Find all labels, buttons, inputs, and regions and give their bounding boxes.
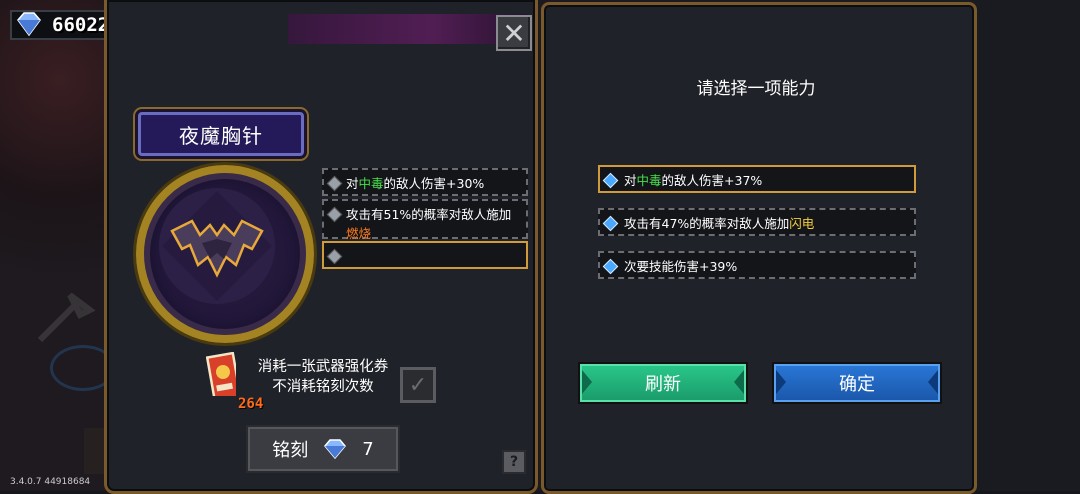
question-icon: ? (509, 454, 519, 470)
bat-brooch-icon (159, 188, 275, 304)
slot-2-text: 攻击有51%的概率对敌人施加燃烧 (346, 207, 512, 241)
arrow-left-icon (928, 370, 938, 394)
choose-ability-prompt: 请选择一项能力 (696, 79, 816, 99)
refresh-button[interactable]: 刷新 (578, 362, 748, 404)
gem-counter: 66022 (10, 8, 118, 42)
gem-bullet-icon (326, 206, 343, 223)
option-1-text: 对中毒的敌人伤害+37% (624, 172, 763, 188)
gem-bullet-icon (602, 172, 619, 189)
close-button[interactable]: ✕ (496, 15, 532, 51)
checkmark-icon: ✓ (408, 372, 428, 398)
cost-line-1: 消耗一张武器强化券 (257, 359, 389, 375)
ability-option-3[interactable]: 次要技能伤害+39% (598, 251, 916, 279)
panel-header-strip (288, 14, 528, 44)
refresh-label: 刷新 (645, 374, 681, 395)
arrow-right-icon (776, 370, 786, 394)
ticket-cost-count: 264 (238, 396, 264, 412)
background-axe-icon (37, 292, 96, 343)
cost-line-2: 不消耗铭刻次数 (272, 379, 374, 395)
slot-1-text: 对中毒的敌人伤害+30% (346, 176, 485, 191)
help-button[interactable]: ? (502, 450, 526, 474)
inscription-slot-1: 对中毒的敌人伤害+30% (322, 168, 528, 196)
close-icon: ✕ (502, 16, 526, 50)
engrave-cost: 7 (362, 438, 374, 460)
version-label: 3.4.0.7 44918684 (10, 477, 91, 487)
option-2-text: 攻击有47%的概率对敌人施加闪电 (624, 215, 815, 231)
use-ticket-checkbox[interactable]: ✓ (400, 367, 436, 403)
item-name-plate: 夜魔胸针 (138, 112, 304, 156)
arrow-left-icon (734, 370, 744, 394)
option-3-text: 次要技能伤害+39% (624, 258, 738, 274)
gem-bullet-icon (326, 175, 343, 192)
confirm-button[interactable]: 确定 (772, 362, 942, 404)
item-medallion (136, 165, 314, 343)
gem-icon (17, 12, 41, 37)
gem-bullet-icon (602, 215, 619, 232)
engrave-button[interactable]: 铭刻 7 (246, 425, 400, 473)
ability-option-2[interactable]: 攻击有47%的概率对敌人施加闪电 (598, 208, 916, 236)
upgrade-ticket-icon (206, 352, 236, 396)
gem-bullet-icon (602, 258, 619, 275)
ability-option-1[interactable]: 对中毒的敌人伤害+37% (598, 165, 916, 193)
background-crate (84, 428, 106, 474)
inscription-slot-3-empty[interactable] (322, 241, 528, 269)
arrow-right-icon (582, 370, 592, 394)
engrave-label: 铭刻 (272, 440, 309, 461)
gem-icon (324, 439, 347, 460)
gem-bullet-icon (326, 248, 343, 265)
confirm-label: 确定 (839, 374, 875, 395)
item-name: 夜魔胸针 (179, 123, 263, 148)
inscription-slot-2: 攻击有51%的概率对敌人施加燃烧 (322, 199, 528, 241)
cost-description: 消耗一张武器强化券 不消耗铭刻次数 (254, 357, 392, 397)
